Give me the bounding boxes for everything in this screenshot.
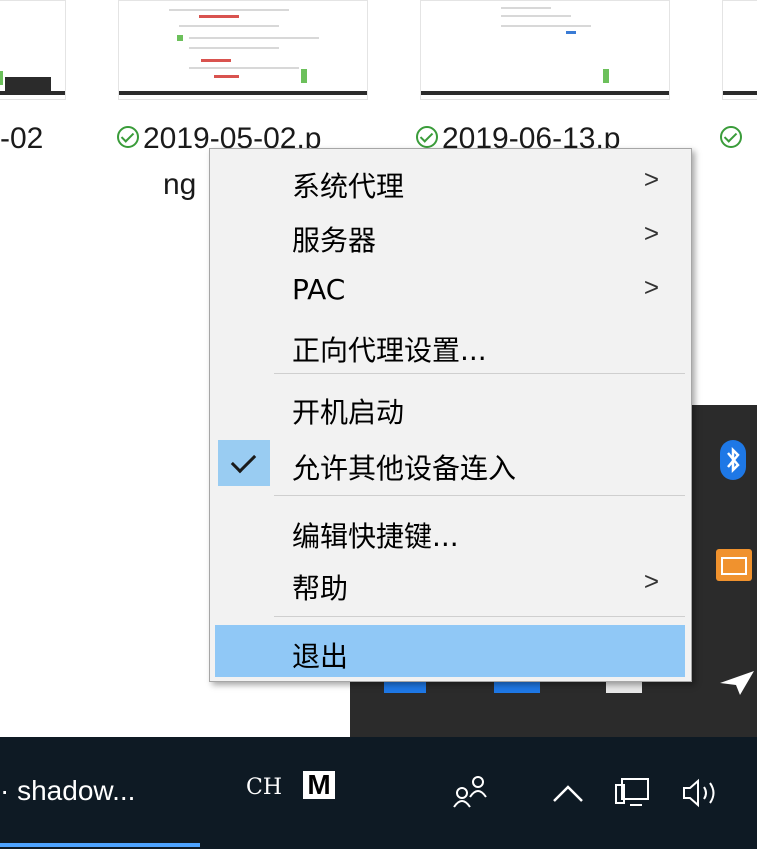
menu-separator	[274, 373, 685, 374]
submenu-arrow-icon: >	[643, 272, 659, 302]
menu-item-label: PAC	[292, 273, 346, 306]
active-app-indicator	[0, 843, 200, 847]
file-thumbnail[interactable]	[0, 0, 66, 100]
file-thumbnail[interactable]	[722, 0, 757, 100]
window-app-icon[interactable]	[716, 549, 752, 581]
menu-item-label: 允许其他设备连入	[292, 452, 517, 485]
menu-item-system-proxy[interactable]: 系统代理 >	[215, 155, 685, 207]
file-thumbnail[interactable]	[118, 0, 368, 100]
file-name: -02	[0, 122, 44, 155]
menu-item-help[interactable]: 帮助 >	[215, 557, 685, 609]
menu-separator	[274, 495, 685, 496]
menu-item-label: 服务器	[292, 224, 377, 257]
menu-item-label: 帮助	[292, 572, 349, 605]
network-icon[interactable]	[612, 775, 652, 811]
paper-plane-icon[interactable]	[718, 667, 757, 697]
sync-status-icon	[720, 126, 742, 149]
file-label[interactable]: -02	[0, 122, 43, 156]
file-name: ng	[163, 168, 197, 201]
submenu-arrow-icon: >	[643, 218, 659, 248]
menu-item-start-on-boot[interactable]: 开机启动	[215, 381, 685, 433]
file-label-line2: ng	[163, 168, 196, 202]
chevron-up-icon[interactable]	[550, 781, 586, 805]
menu-item-pac[interactable]: PAC >	[215, 263, 685, 315]
submenu-arrow-icon: >	[643, 566, 659, 596]
menu-item-edit-shortcuts[interactable]: 编辑快捷键...	[215, 505, 685, 557]
menu-item-servers[interactable]: 服务器 >	[215, 209, 685, 261]
menu-item-label: 退出	[292, 640, 349, 673]
menu-item-label: 系统代理	[292, 170, 405, 203]
taskbar: · shadow... CH M	[0, 737, 757, 849]
menu-separator	[274, 616, 685, 617]
context-menu: 系统代理 > 服务器 > PAC > 正向代理设置... 开机启动 允许其他设备…	[209, 148, 692, 682]
sync-status-icon	[117, 126, 139, 149]
taskbar-app-label[interactable]: · shadow...	[0, 775, 135, 807]
submenu-arrow-icon: >	[643, 164, 659, 194]
bluetooth-icon[interactable]	[720, 440, 746, 480]
menu-item-allow-lan-connections[interactable]: 允许其他设备连入	[215, 437, 685, 489]
menu-item-label: 编辑快捷键...	[292, 520, 459, 553]
file-thumbnail[interactable]	[420, 0, 670, 100]
people-icon[interactable]	[452, 773, 492, 809]
menu-item-label: 正向代理设置...	[292, 334, 487, 367]
menu-item-label: 开机启动	[292, 396, 405, 429]
file-label[interactable]	[720, 122, 746, 156]
menu-item-forward-proxy-settings[interactable]: 正向代理设置...	[215, 319, 685, 371]
menu-item-quit[interactable]: 退出	[215, 625, 685, 677]
volume-icon[interactable]	[680, 775, 726, 811]
ime-language[interactable]: CH	[246, 775, 282, 800]
sync-status-icon	[416, 126, 438, 149]
ime-mode[interactable]: M	[303, 771, 335, 799]
checkmark-icon	[218, 440, 270, 486]
